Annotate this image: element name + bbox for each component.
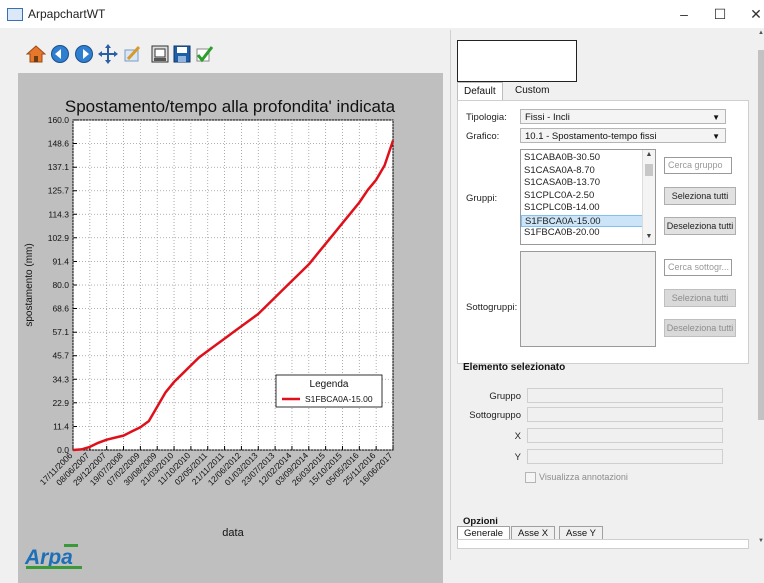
close-button[interactable]: ✕: [738, 2, 764, 26]
scroll-thumb[interactable]: [645, 164, 653, 176]
gruppi-list[interactable]: S1CABA0B-30.50 S1CASA0A-8.70 S1CASA0B-13.7…: [520, 149, 656, 245]
grafico-label: Grafico:: [466, 131, 500, 142]
y-tick-label: 11.4: [53, 421, 69, 431]
preview-box: [457, 40, 577, 82]
y-tick-label: 22.9: [52, 398, 69, 408]
title-bar: ArpapchartWT – ☐ ✕: [0, 0, 764, 28]
chevron-down-icon: ▼: [712, 132, 720, 141]
legend-label: S1FBCA0A-15.00: [305, 394, 373, 404]
scroll-up-icon[interactable]: ▲: [758, 30, 764, 40]
search-gruppo-input[interactable]: Cerca gruppo: [664, 157, 732, 174]
tipologia-combo[interactable]: Fissi - Incli ▼: [520, 109, 726, 124]
sottogruppo-label: Sottogruppo: [469, 410, 521, 421]
opzioni-panel: [457, 539, 749, 549]
sottogruppi-label: Sottogruppi:: [466, 302, 518, 313]
y-tick-label: 125.7: [48, 186, 70, 196]
x-field[interactable]: [527, 428, 723, 443]
forward-icon[interactable]: [74, 44, 94, 64]
scroll-down-icon[interactable]: ▼: [758, 538, 764, 548]
list-item[interactable]: S1CASA0A-8.70: [521, 165, 643, 178]
select-all-subgroups-button[interactable]: Seleziona tutti: [664, 289, 736, 307]
plot-canvas: Spostamento/tempo alla profondita' indic…: [18, 73, 443, 583]
tab-generale[interactable]: Generale: [457, 526, 511, 540]
tab-custom[interactable]: Custom: [509, 82, 555, 100]
y-tick-label: 137.1: [48, 162, 70, 172]
deselect-all-subgroups-button[interactable]: Deseleziona tutti: [664, 319, 736, 337]
grafico-combo[interactable]: 10.1 - Spostamento-tempo fissi ▼: [520, 128, 726, 143]
y-tick-label: 102.9: [48, 233, 70, 243]
sottogruppi-list[interactable]: [520, 251, 656, 347]
arpa-logo: Arpa: [24, 544, 82, 569]
home-icon[interactable]: [26, 44, 46, 64]
controls-pane: Default Custom Tipologia: Fissi - Incli …: [450, 30, 764, 560]
annotations-checkbox[interactable]: [525, 472, 536, 483]
y-tick-label: 114.3: [48, 209, 69, 219]
list-item[interactable]: S1CPLC0B-14.00: [521, 202, 643, 215]
y-label: Y: [514, 452, 521, 463]
tipologia-value: Fissi - Incli: [525, 112, 570, 123]
app-icon: [7, 8, 23, 21]
y-tick-label: 68.6: [52, 304, 69, 314]
zoom-icon[interactable]: [122, 44, 142, 64]
tab-asse-y[interactable]: Asse Y: [559, 526, 603, 540]
chart-title: Spostamento/tempo alla profondita' indic…: [65, 97, 396, 116]
y-tick-label: 160.0: [48, 115, 70, 125]
window-title: ArpapchartWT: [28, 7, 106, 21]
gruppi-scrollbar[interactable]: ▲ ▼: [642, 150, 655, 244]
svg-text:Arpa: Arpa: [24, 546, 73, 569]
search-sottogruppo-input[interactable]: Cerca sottogr...: [664, 259, 732, 276]
default-tab-panel: Tipologia: Fissi - Incli ▼ Grafico: 10.1…: [457, 100, 749, 364]
plot-pane: Spostamento/tempo alla profondita' indic…: [0, 28, 445, 583]
y-tick-label: 45.7: [52, 351, 69, 361]
scroll-up-icon[interactable]: ▲: [643, 151, 655, 161]
list-item[interactable]: S1CPLC0A-2.50: [521, 190, 643, 203]
list-item[interactable]: S1FBCA0B-20.00: [521, 227, 643, 240]
elemento-section-title: Elemento selezionato: [463, 362, 566, 373]
grafico-value: 10.1 - Spostamento-tempo fissi: [525, 131, 657, 142]
select-all-groups-button[interactable]: Seleziona tutti: [664, 187, 736, 205]
pan-icon[interactable]: [98, 44, 118, 64]
x-label: X: [514, 431, 521, 442]
checkmark-icon[interactable]: [194, 44, 214, 64]
y-field[interactable]: [527, 449, 723, 464]
y-axis-label: spostamento (mm): [24, 243, 35, 326]
y-tick-label: 80.0: [52, 280, 69, 290]
scroll-thumb[interactable]: [758, 50, 764, 420]
deselect-all-groups-button[interactable]: Deseleziona tutti: [664, 217, 736, 235]
maximize-button[interactable]: ☐: [702, 2, 738, 26]
tipologia-label: Tipologia:: [466, 112, 507, 123]
gruppo-label: Gruppo: [489, 391, 521, 402]
gruppi-label: Gruppi:: [466, 193, 498, 204]
line-chart: Spostamento/tempo alla profondita' indic…: [24, 97, 396, 539]
list-item[interactable]: S1CASA0B-13.70: [521, 177, 643, 190]
y-tick-label: 34.3: [52, 374, 69, 384]
x-axis-label: data: [222, 527, 244, 539]
tab-default[interactable]: Default: [457, 82, 503, 101]
outer-scrollbar[interactable]: ▲ ▼: [758, 30, 764, 548]
minimize-button[interactable]: –: [666, 2, 702, 26]
legend-title: Legenda: [310, 379, 349, 390]
tab-asse-x[interactable]: Asse X: [511, 526, 556, 540]
save-icon[interactable]: [172, 44, 192, 64]
list-item[interactable]: S1CABA0B-30.50: [521, 152, 643, 165]
back-icon[interactable]: [50, 44, 70, 64]
annotations-label: Visualizza annotazioni: [539, 472, 628, 482]
y-tick-label: 57.1: [52, 327, 69, 337]
configure-subplots-icon[interactable]: [150, 44, 170, 64]
chevron-down-icon: ▼: [712, 113, 720, 122]
list-item[interactable]: S1FBCA0A-15.00: [521, 214, 643, 227]
sottogruppo-field[interactable]: [527, 407, 723, 422]
y-tick-label: 91.4: [52, 256, 69, 266]
scroll-down-icon[interactable]: ▼: [643, 233, 655, 243]
y-tick-label: 148.6: [48, 139, 70, 149]
gruppo-field[interactable]: [527, 388, 723, 403]
